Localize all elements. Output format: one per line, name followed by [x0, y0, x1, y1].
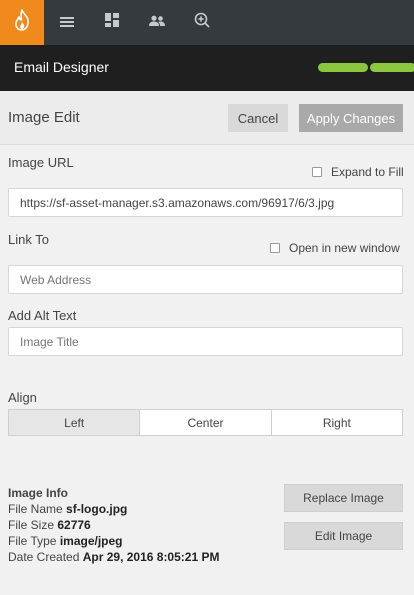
image-info-heading: Image Info [8, 486, 69, 500]
panel-header: Image Edit Cancel Apply Changes [0, 91, 414, 145]
file-type-value: image/jpeg [59, 534, 123, 548]
nav-dashboard-button[interactable] [89, 0, 134, 45]
file-size-value: 62776 [57, 518, 91, 532]
alt-text-label: Add Alt Text [8, 308, 77, 323]
add-search-icon [194, 12, 210, 33]
align-segmented-control: Left Center Right [8, 409, 403, 436]
progress-indicator [318, 63, 414, 72]
edit-image-button[interactable]: Edit Image [284, 522, 403, 550]
dashboard-icon [104, 13, 119, 32]
apply-changes-button[interactable]: Apply Changes [299, 104, 403, 132]
nav-people-button[interactable] [134, 0, 179, 45]
image-info: Image Info File Name sf-logo.jpg File Si… [8, 485, 219, 565]
new-window-checkbox[interactable] [270, 243, 280, 253]
image-url-label: Image URL [8, 155, 74, 170]
file-type-label: File Type [8, 534, 57, 548]
align-left-button[interactable]: Left [9, 410, 141, 435]
top-nav [0, 0, 414, 45]
replace-image-button[interactable]: Replace Image [284, 484, 403, 512]
new-window-label: Open in new window [289, 241, 400, 255]
date-created-label: Date Created [8, 550, 80, 564]
flame-icon [12, 9, 32, 36]
link-url-input[interactable] [8, 265, 403, 294]
alt-text-input[interactable] [8, 327, 403, 356]
file-size-row: File Size 62776 [8, 517, 219, 533]
progress-step-2 [370, 63, 414, 72]
align-center-button[interactable]: Center [140, 410, 272, 435]
file-type-row: File Type image/jpeg [8, 533, 219, 549]
expand-to-fill-checkbox[interactable] [312, 167, 322, 177]
align-right-button[interactable]: Right [271, 410, 402, 435]
expand-to-fill-label: Expand to Fill [331, 165, 404, 179]
menu-icon [59, 14, 74, 32]
file-size-label: File Size [8, 518, 55, 532]
link-to-label: Link To [8, 232, 49, 247]
image-url-input[interactable] [8, 188, 403, 217]
date-created-value: Apr 29, 2016 8:05:21 PM [82, 550, 220, 564]
nav-add-search-button[interactable] [179, 0, 224, 45]
app-title: Email Designer [14, 59, 109, 75]
progress-step-1 [318, 63, 368, 72]
logo-button[interactable] [0, 0, 44, 45]
align-label: Align [8, 390, 37, 405]
cancel-button[interactable]: Cancel [228, 104, 288, 132]
file-name-value: sf-logo.jpg [66, 502, 128, 516]
nav-menu-button[interactable] [44, 0, 89, 45]
panel-title: Image Edit [8, 109, 80, 126]
new-window-option[interactable]: Open in new window [270, 241, 400, 255]
date-created-row: Date Created Apr 29, 2016 8:05:21 PM [8, 549, 219, 565]
people-icon [148, 14, 165, 32]
file-name-row: File Name sf-logo.jpg [8, 501, 219, 517]
expand-to-fill-option[interactable]: Expand to Fill [312, 165, 404, 179]
file-name-label: File Name [8, 502, 63, 516]
